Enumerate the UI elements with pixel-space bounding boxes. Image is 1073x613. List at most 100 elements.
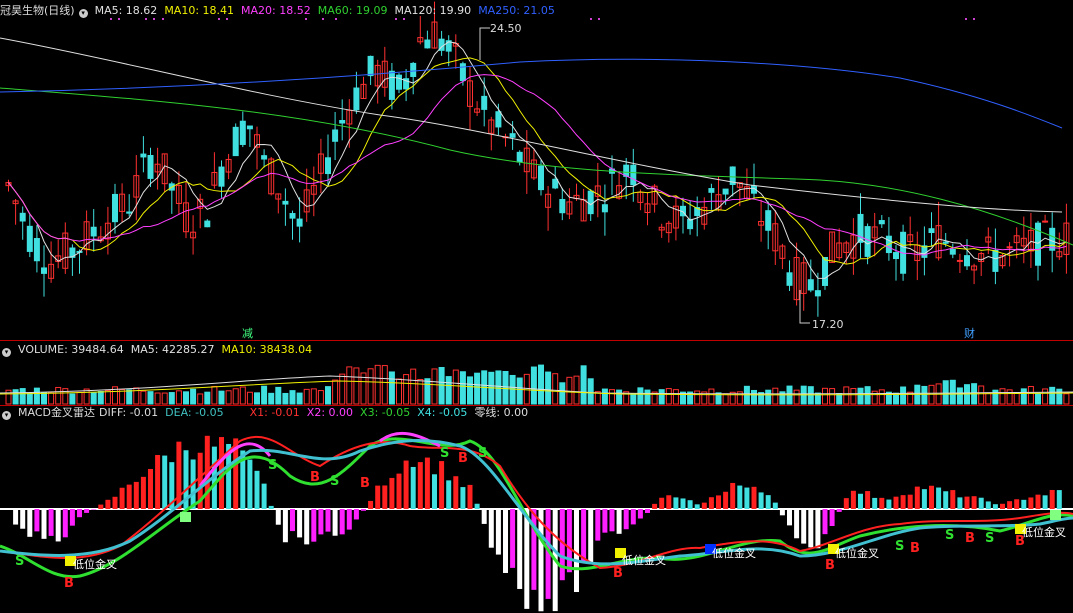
macd-histogram-bar	[730, 482, 736, 509]
volume-bar	[1056, 388, 1063, 405]
volume-bar	[552, 373, 559, 405]
macd-histogram-bar	[865, 491, 871, 509]
candle-body	[495, 111, 502, 128]
volume-bar	[538, 364, 544, 405]
event-marker-reduce[interactable]: 减	[242, 325, 253, 341]
volume-bar	[332, 379, 339, 405]
macd-histogram-bar	[1007, 501, 1013, 509]
macd-histogram-bar	[751, 486, 757, 509]
volume-bar	[807, 386, 814, 405]
candle-body	[893, 252, 899, 260]
macd-histogram-bar	[1049, 489, 1055, 509]
volume-bar	[26, 392, 33, 405]
volume-bar	[197, 393, 204, 405]
buy-mark: B	[310, 470, 320, 485]
macd-histogram-bar	[148, 468, 153, 509]
low-pointer	[799, 290, 810, 324]
volume-bar	[254, 392, 260, 405]
candlestick-chart[interactable]	[0, 0, 1073, 340]
macd-histogram-bar	[744, 487, 750, 509]
volume-bar	[317, 390, 324, 405]
candle-body	[112, 193, 118, 223]
macd-histogram-bar	[20, 509, 26, 529]
macd-histogram-bar	[822, 509, 828, 535]
candle-body	[126, 211, 133, 214]
volume-bar	[942, 380, 949, 405]
volume-bar	[616, 389, 623, 405]
candle-body	[857, 213, 864, 243]
candle-body	[282, 200, 289, 205]
volume-bar	[601, 388, 608, 405]
macd-histogram-bar	[55, 509, 61, 542]
volume-toggle-icon[interactable]: ▾	[2, 348, 11, 357]
macd-chart[interactable]	[0, 406, 1073, 613]
volume-bar	[403, 374, 410, 405]
volume-value: VOLUME: 39484.64	[18, 343, 124, 356]
volume-bar	[509, 374, 516, 405]
sell-mark: S	[440, 446, 450, 461]
volume-bar	[864, 386, 871, 405]
macd-histogram-bar	[261, 483, 267, 509]
macd-histogram-bar	[609, 509, 615, 532]
volume-bar	[978, 385, 985, 405]
macd-histogram-bar	[325, 509, 331, 532]
volume-bar	[658, 389, 665, 405]
macd-toggle-icon[interactable]: ▾	[2, 411, 11, 420]
volume-bar	[204, 391, 211, 405]
volume-bar	[900, 386, 907, 405]
macd-histogram-bar	[758, 492, 764, 509]
macd-histogram-bar	[815, 509, 821, 549]
volume-bar	[637, 387, 644, 405]
macd-histogram-bar	[929, 485, 934, 509]
price-panel[interactable]: 冠昊生物(日线) ▾ MA5: 18.62 MA10: 18.41 MA20: 18.5…	[0, 0, 1073, 340]
buy-mark: B	[458, 451, 468, 466]
macd-histogram-bar	[694, 504, 700, 509]
macd-histogram-bar	[794, 509, 800, 539]
macd-histogram-bar	[936, 487, 942, 509]
volume-panel[interactable]: ▾ VOLUME: 39484.64 MA5: 42285.27 MA10: 3843…	[0, 341, 1073, 405]
x3-value: X3: -0.05	[360, 406, 411, 419]
macd-histogram-bar	[964, 496, 970, 509]
macd-histogram-bar	[1000, 503, 1005, 509]
macd-panel[interactable]: ▾ MACD金叉雷达 DIFF: -0.01 DEA: -0.05 X1: -0.01 X…	[0, 406, 1073, 613]
volume-bar	[573, 375, 580, 405]
macd-histogram-bar	[133, 481, 139, 509]
macd-header: ▾ MACD金叉雷达 DIFF: -0.01 DEA: -0.05 X1: -0.01 X…	[0, 406, 535, 420]
macd-histogram-bar	[282, 509, 288, 543]
macd-histogram-bar	[630, 509, 636, 525]
macd-histogram-bar	[886, 499, 892, 509]
macd-histogram-bar	[645, 509, 650, 513]
macd-histogram-bar	[836, 509, 842, 512]
candle-body	[459, 63, 466, 82]
macd-histogram-bar	[34, 509, 40, 532]
candle-body	[786, 272, 793, 286]
signal-square	[1050, 510, 1061, 520]
candle-body	[949, 248, 956, 255]
candle-body	[708, 188, 715, 193]
macd-histogram-bar	[985, 501, 991, 509]
macd-histogram-bar	[368, 500, 374, 509]
macd-histogram-bar	[524, 509, 530, 609]
volume-bar	[119, 389, 126, 405]
volume-bar	[239, 386, 246, 405]
candle-body	[246, 125, 253, 130]
macd-histogram-bar	[453, 476, 459, 509]
volume-bar	[140, 390, 147, 405]
macd-histogram-bar	[879, 497, 885, 509]
volume-bar	[1063, 393, 1070, 405]
candle-body	[1042, 220, 1049, 223]
volume-bar	[580, 365, 587, 405]
ma-legend: MA5: 18.62 MA10: 18.41 MA20: 18.52 MA60: 19…	[95, 4, 562, 17]
ma-label-5: MA250: 21.05	[478, 4, 555, 17]
macd-histogram-bar	[581, 509, 587, 562]
buy-mark: B	[825, 558, 835, 573]
candle-body	[396, 74, 402, 90]
macd-histogram-bar	[474, 503, 480, 509]
volume-bar	[175, 390, 182, 405]
macd-histogram-bar	[346, 509, 352, 530]
volume-bar	[559, 382, 566, 405]
settings-toggle-icon[interactable]: ▾	[78, 9, 88, 18]
volume-bar	[545, 371, 552, 405]
candle-body	[509, 133, 516, 138]
event-marker-finance[interactable]: 财	[964, 325, 975, 341]
